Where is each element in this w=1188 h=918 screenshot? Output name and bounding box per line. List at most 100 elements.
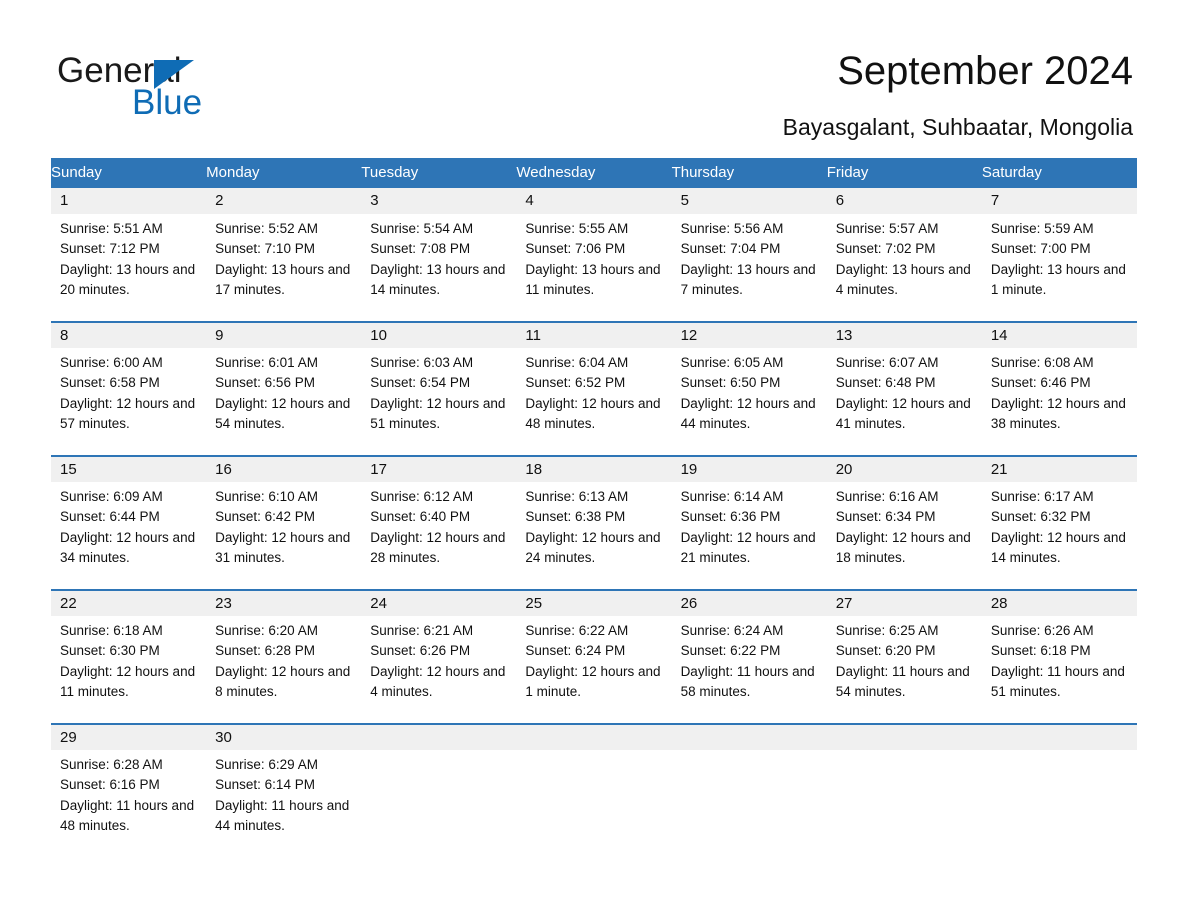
day-number: 7: [981, 188, 1137, 214]
day-number: 12: [671, 321, 827, 348]
daylight-text: Daylight: 12 hours and 11 minutes.: [60, 663, 196, 699]
weekday-header-saturday: Saturday: [981, 158, 1137, 188]
day-cell[interactable]: Sunrise: 5:52 AM Sunset: 7:10 PM Dayligh…: [206, 214, 362, 322]
calendar-table: Sunday Monday Tuesday Wednesday Thursday…: [51, 158, 1137, 862]
day-number: 22: [51, 589, 207, 616]
day-number: 8: [51, 321, 207, 348]
day-cell[interactable]: Sunrise: 6:01 AM Sunset: 6:56 PM Dayligh…: [206, 348, 362, 456]
day-cell-empty: [826, 750, 982, 862]
daylight-text: Daylight: 12 hours and 8 minutes.: [215, 663, 351, 699]
sunrise-text: Sunrise: 5:54 AM: [370, 221, 474, 236]
sunset-text: Sunset: 6:38 PM: [525, 509, 626, 525]
day-cell[interactable]: Sunrise: 6:16 AM Sunset: 6:34 PM Dayligh…: [826, 482, 982, 590]
day-number-empty: [516, 723, 672, 750]
sunset-text: Sunset: 6:56 PM: [215, 375, 315, 391]
sunrise-text: Sunrise: 6:12 AM: [370, 489, 474, 504]
sunrise-text: Sunrise: 6:10 AM: [215, 489, 318, 504]
sunrise-text: Sunrise: 6:25 AM: [835, 623, 939, 638]
day-cell[interactable]: Sunrise: 6:25 AM Sunset: 6:20 PM Dayligh…: [826, 616, 982, 724]
week-4-details: Sunrise: 6:18 AM Sunset: 6:30 PM Dayligh…: [51, 616, 1137, 724]
calendar-body: 1 2 3 4 5 6 7 Sunrise: 5:51 AM Sunset: 7…: [51, 188, 1137, 862]
day-cell[interactable]: Sunrise: 6:14 AM Sunset: 6:36 PM Dayligh…: [671, 482, 827, 590]
day-cell-empty: [981, 750, 1137, 862]
day-number: 16: [206, 455, 362, 482]
day-cell[interactable]: Sunrise: 5:57 AM Sunset: 7:02 PM Dayligh…: [826, 214, 982, 322]
sunset-text: Sunset: 7:10 PM: [215, 241, 315, 257]
weekday-header-thursday: Thursday: [671, 158, 827, 188]
day-number-empty: [671, 723, 827, 750]
sunset-text: Sunset: 6:14 PM: [215, 777, 315, 793]
sunrise-text: Sunrise: 6:14 AM: [680, 489, 784, 504]
day-number: 13: [826, 321, 982, 348]
sunset-text: Sunset: 6:24 PM: [525, 643, 626, 659]
sunset-text: Sunset: 6:18 PM: [990, 643, 1091, 659]
sunrise-text: Sunrise: 6:22 AM: [525, 623, 629, 638]
day-cell[interactable]: Sunrise: 6:18 AM Sunset: 6:30 PM Dayligh…: [51, 616, 207, 724]
daylight-text: Daylight: 12 hours and 31 minutes.: [215, 529, 351, 565]
day-number: 2: [206, 188, 362, 214]
day-number: 29: [51, 723, 207, 750]
day-cell[interactable]: Sunrise: 6:29 AM Sunset: 6:14 PM Dayligh…: [206, 750, 362, 862]
day-cell[interactable]: Sunrise: 6:28 AM Sunset: 6:16 PM Dayligh…: [51, 750, 207, 862]
week-1-details: Sunrise: 5:51 AM Sunset: 7:12 PM Dayligh…: [51, 214, 1137, 322]
sunset-text: Sunset: 6:46 PM: [990, 375, 1091, 391]
day-cell[interactable]: Sunrise: 6:07 AM Sunset: 6:48 PM Dayligh…: [826, 348, 982, 456]
day-cell[interactable]: Sunrise: 6:26 AM Sunset: 6:18 PM Dayligh…: [981, 616, 1137, 724]
page-header: General Blue September 2024 Bayasgalant,…: [0, 0, 1188, 150]
daylight-text: Daylight: 12 hours and 14 minutes.: [990, 529, 1126, 565]
day-cell[interactable]: Sunrise: 6:13 AM Sunset: 6:38 PM Dayligh…: [516, 482, 672, 590]
day-cell[interactable]: Sunrise: 6:12 AM Sunset: 6:40 PM Dayligh…: [361, 482, 517, 590]
day-cell[interactable]: Sunrise: 6:05 AM Sunset: 6:50 PM Dayligh…: [671, 348, 827, 456]
sunrise-text: Sunrise: 6:21 AM: [370, 623, 474, 638]
day-number-empty: [826, 723, 982, 750]
day-cell[interactable]: Sunrise: 6:04 AM Sunset: 6:52 PM Dayligh…: [516, 348, 672, 456]
day-number: 25: [516, 589, 672, 616]
sunrise-text: Sunrise: 5:51 AM: [60, 221, 163, 236]
sunrise-text: Sunrise: 6:04 AM: [525, 355, 629, 370]
day-cell[interactable]: Sunrise: 6:03 AM Sunset: 6:54 PM Dayligh…: [361, 348, 517, 456]
day-cell[interactable]: Sunrise: 6:00 AM Sunset: 6:58 PM Dayligh…: [51, 348, 207, 456]
sunrise-text: Sunrise: 6:00 AM: [60, 355, 163, 370]
daylight-text: Daylight: 12 hours and 1 minute.: [525, 663, 661, 699]
sunset-text: Sunset: 7:06 PM: [525, 241, 626, 257]
day-cell[interactable]: Sunrise: 5:54 AM Sunset: 7:08 PM Dayligh…: [361, 214, 517, 322]
general-blue-logo: General Blue: [57, 52, 357, 124]
day-cell[interactable]: Sunrise: 5:59 AM Sunset: 7:00 PM Dayligh…: [981, 214, 1137, 322]
day-cell[interactable]: Sunrise: 6:08 AM Sunset: 6:46 PM Dayligh…: [981, 348, 1137, 456]
sunrise-text: Sunrise: 5:56 AM: [680, 221, 784, 236]
day-cell[interactable]: Sunrise: 6:22 AM Sunset: 6:24 PM Dayligh…: [516, 616, 672, 724]
sunrise-text: Sunrise: 6:28 AM: [60, 757, 163, 772]
daylight-text: Daylight: 11 hours and 48 minutes.: [60, 797, 195, 833]
sunset-text: Sunset: 6:48 PM: [835, 375, 936, 391]
day-cell[interactable]: Sunrise: 6:10 AM Sunset: 6:42 PM Dayligh…: [206, 482, 362, 590]
sunset-text: Sunset: 7:08 PM: [370, 241, 471, 257]
day-cell[interactable]: Sunrise: 6:17 AM Sunset: 6:32 PM Dayligh…: [981, 482, 1137, 590]
daylight-text: Daylight: 13 hours and 20 minutes.: [60, 261, 196, 297]
day-cell[interactable]: Sunrise: 6:09 AM Sunset: 6:44 PM Dayligh…: [51, 482, 207, 590]
sunrise-text: Sunrise: 5:55 AM: [525, 221, 629, 236]
logo-text-blue: Blue: [132, 83, 203, 122]
day-number: 3: [361, 188, 517, 214]
daylight-text: Daylight: 13 hours and 14 minutes.: [370, 261, 506, 297]
day-cell[interactable]: Sunrise: 6:21 AM Sunset: 6:26 PM Dayligh…: [361, 616, 517, 724]
day-cell[interactable]: Sunrise: 6:24 AM Sunset: 6:22 PM Dayligh…: [671, 616, 827, 724]
day-number: 24: [361, 589, 517, 616]
sunrise-text: Sunrise: 6:01 AM: [215, 355, 318, 370]
day-cell[interactable]: Sunrise: 6:20 AM Sunset: 6:28 PM Dayligh…: [206, 616, 362, 724]
day-cell[interactable]: Sunrise: 5:51 AM Sunset: 7:12 PM Dayligh…: [51, 214, 207, 322]
week-2-daynumbers: 8 9 10 11 12 13 14: [51, 321, 1137, 348]
day-cell[interactable]: Sunrise: 5:56 AM Sunset: 7:04 PM Dayligh…: [671, 214, 827, 322]
weekday-header-wednesday: Wednesday: [516, 158, 672, 188]
calendar-page: General Blue September 2024 Bayasgalant,…: [0, 0, 1188, 918]
sunset-text: Sunset: 6:26 PM: [370, 643, 471, 659]
sunset-text: Sunset: 7:02 PM: [835, 241, 936, 257]
daylight-text: Daylight: 13 hours and 7 minutes.: [680, 261, 816, 297]
daylight-text: Daylight: 12 hours and 38 minutes.: [990, 395, 1126, 431]
day-cell[interactable]: Sunrise: 5:55 AM Sunset: 7:06 PM Dayligh…: [516, 214, 672, 322]
day-number: 6: [826, 188, 982, 214]
daylight-text: Daylight: 11 hours and 54 minutes.: [835, 663, 970, 699]
sunrise-text: Sunrise: 6:08 AM: [990, 355, 1094, 370]
day-number: 4: [516, 188, 672, 214]
daylight-text: Daylight: 11 hours and 51 minutes.: [990, 663, 1125, 699]
sunset-text: Sunset: 6:52 PM: [525, 375, 626, 391]
